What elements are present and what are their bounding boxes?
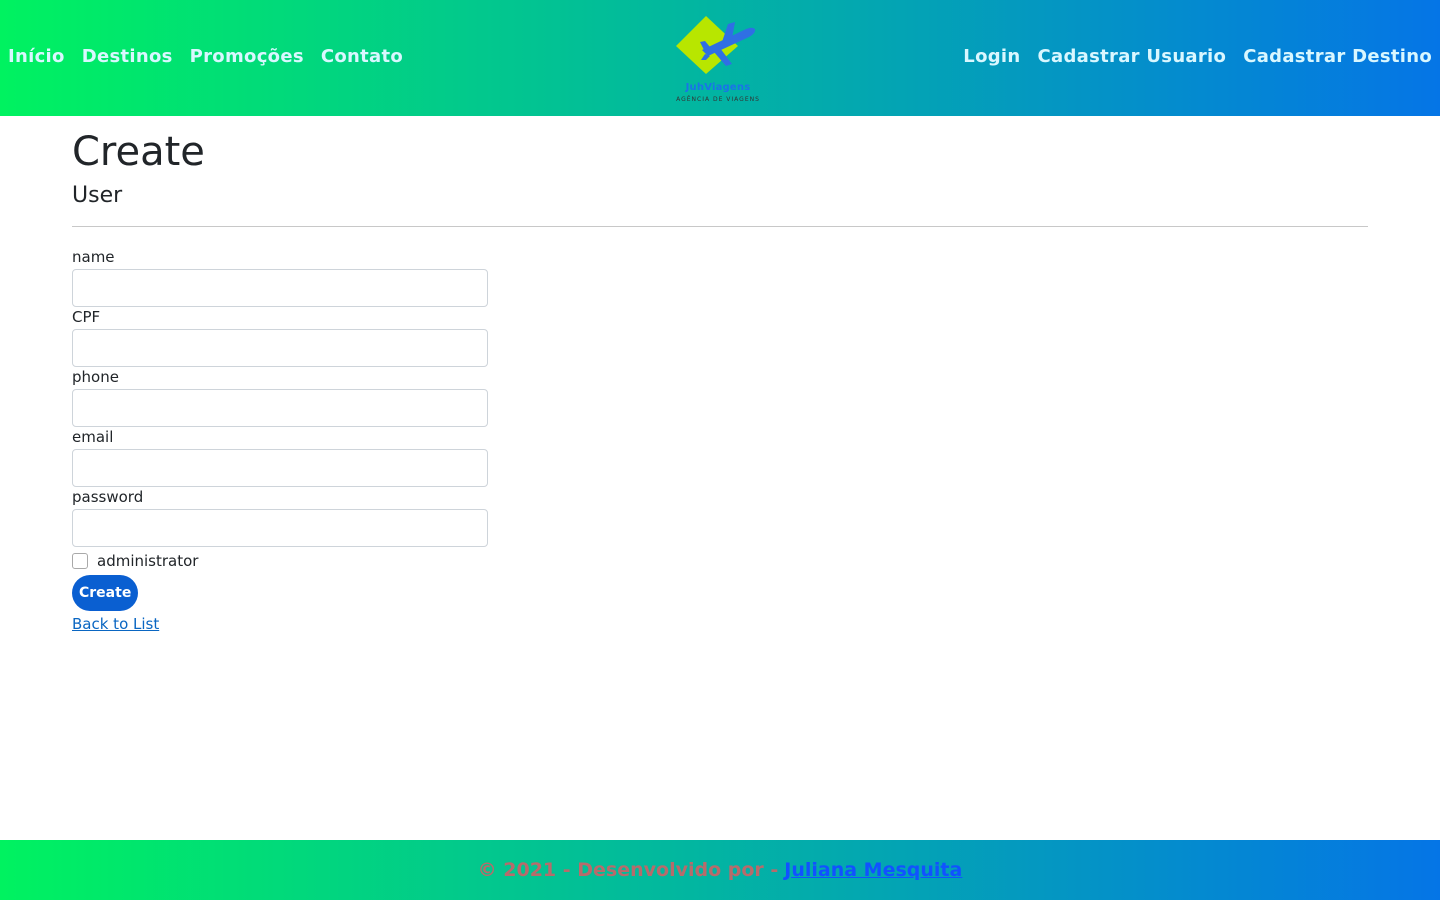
primary-nav: Início Destinos Promoções Contato <box>8 46 403 67</box>
administrator-label: administrator <box>97 552 199 570</box>
footer-author-link[interactable]: Juliana Mesquita <box>784 859 962 881</box>
page-subtitle: User <box>72 183 123 208</box>
main-content: Create User name CPF phone email passwor… <box>72 128 1368 633</box>
nav-link-cadastrar-usuario[interactable]: Cadastrar Usuario <box>1038 46 1227 67</box>
divider <box>72 226 1368 227</box>
footer: © 2021 - Desenvolvido por - Juliana Mesq… <box>0 840 1440 900</box>
create-button[interactable]: Create <box>72 575 139 611</box>
create-user-form: name CPF phone email password administra… <box>72 247 488 633</box>
nav-link-cadastrar-destino[interactable]: Cadastrar Destino <box>1243 46 1432 67</box>
administrator-checkbox[interactable] <box>72 553 88 569</box>
form-group-email: email <box>72 427 488 487</box>
form-group-name: name <box>72 247 488 307</box>
logo-tagline: AGÊNCIA DE VIAGENS <box>676 96 760 103</box>
name-label: name <box>72 248 115 266</box>
name-input[interactable] <box>72 269 488 307</box>
phone-label: phone <box>72 368 119 386</box>
logo-brand-text: JuhViagens <box>685 82 751 93</box>
password-input[interactable] <box>72 509 488 547</box>
form-group-cpf: CPF <box>72 307 488 367</box>
nav-link-promocoes[interactable]: Promoções <box>190 46 304 67</box>
airplane-icon <box>676 16 756 74</box>
email-label: email <box>72 428 114 446</box>
account-nav: Login Cadastrar Usuario Cadastrar Destin… <box>963 46 1432 67</box>
form-group-password: password <box>72 487 488 547</box>
phone-input[interactable] <box>72 389 488 427</box>
email-input[interactable] <box>72 449 488 487</box>
nav-link-contato[interactable]: Contato <box>321 46 403 67</box>
brand-logo[interactable]: JuhViagens AGÊNCIA DE VIAGENS <box>672 12 764 106</box>
top-navbar: Início Destinos Promoções Contato JuhVia… <box>0 0 1440 116</box>
cpf-input[interactable] <box>72 329 488 367</box>
nav-link-destinos[interactable]: Destinos <box>82 46 173 67</box>
password-label: password <box>72 488 144 506</box>
page-title: Create <box>72 129 205 175</box>
cpf-label: CPF <box>72 308 101 326</box>
footer-copyright: © 2021 - Desenvolvido por - <box>477 859 779 881</box>
nav-link-inicio[interactable]: Início <box>8 46 65 67</box>
form-group-phone: phone <box>72 367 488 427</box>
nav-link-login[interactable]: Login <box>963 46 1020 67</box>
back-to-list-link[interactable]: Back to List <box>72 615 488 633</box>
administrator-row: administrator <box>72 551 488 571</box>
